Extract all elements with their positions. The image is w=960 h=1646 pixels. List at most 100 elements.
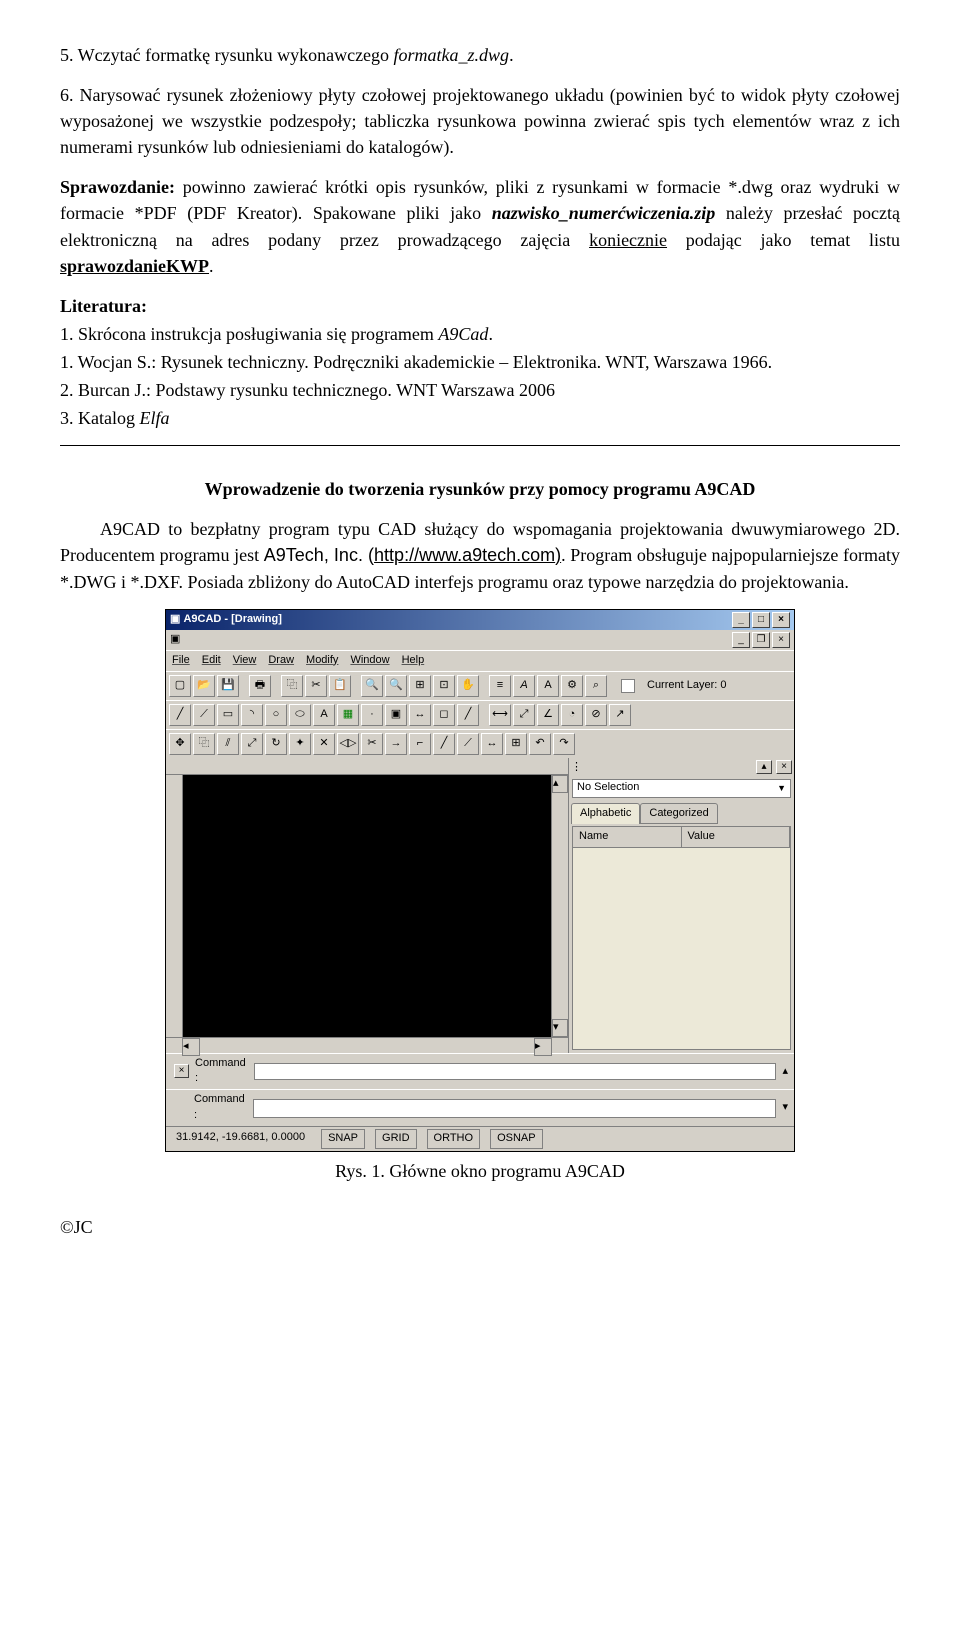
dimang-icon[interactable]: ∠ — [537, 704, 559, 726]
polyline-icon[interactable]: ⟋ — [193, 704, 215, 726]
point-icon[interactable]: · — [361, 704, 383, 726]
copy-icon[interactable]: ⿻ — [281, 675, 303, 697]
scrollbar-vertical[interactable]: ▴ ▾ — [551, 775, 568, 1037]
statusbar: 31.9142, -19.6681, 0.0000 SNAP GRID ORTH… — [166, 1126, 794, 1151]
cmd-close-icon[interactable]: × — [174, 1064, 189, 1078]
command-row-1: × Command : ▴ — [166, 1053, 794, 1090]
array-icon[interactable]: ⊞ — [505, 733, 527, 755]
dim-icon[interactable]: ↔ — [409, 704, 431, 726]
dimalgn-icon[interactable]: ⤢ — [513, 704, 535, 726]
list-item-6: 6. Narysować rysunek złożeniowy płyty cz… — [60, 82, 900, 160]
explode-icon[interactable]: ✦ — [289, 733, 311, 755]
break-icon[interactable]: ╱ — [433, 733, 455, 755]
redo-icon[interactable]: ↷ — [553, 733, 575, 755]
new-icon[interactable]: ▢ — [169, 675, 191, 697]
scrollbar-horizontal[interactable]: ◂ ▸ — [182, 1037, 552, 1053]
line-icon[interactable]: ╱ — [169, 704, 191, 726]
join-icon[interactable]: ⟋ — [457, 733, 479, 755]
menu-modify[interactable]: Modify — [306, 653, 338, 669]
close-button[interactable]: × — [772, 612, 790, 628]
rect-icon[interactable]: ▭ — [217, 704, 239, 726]
drawing-canvas[interactable] — [183, 775, 551, 1037]
command-history[interactable] — [254, 1063, 777, 1080]
zoom-window-icon[interactable]: ⊞ — [409, 675, 431, 697]
scroll-up-icon[interactable]: ▴ — [552, 775, 568, 793]
offset-icon[interactable]: ⫽ — [217, 733, 239, 755]
dim2-icon[interactable]: ╱ — [457, 704, 479, 726]
scroll-down-icon[interactable]: ▾ — [552, 1019, 568, 1037]
chevron-down-icon: ▼ — [777, 782, 786, 795]
menu-file[interactable]: File — [172, 653, 190, 669]
layers-icon[interactable]: ≡ — [489, 675, 511, 697]
dimrad-icon[interactable]: ◔ — [561, 704, 583, 726]
menu-draw[interactable]: Draw — [268, 653, 294, 669]
block-icon[interactable]: ◻ — [433, 704, 455, 726]
ortho-toggle[interactable]: ORTHO — [427, 1129, 481, 1149]
scroll-right-icon[interactable]: ▸ — [534, 1038, 552, 1056]
mirror-icon[interactable]: ◁▷ — [337, 733, 359, 755]
stretch-icon[interactable]: ↔ — [481, 733, 503, 755]
col-value: Value — [682, 827, 791, 847]
selection-dropdown[interactable]: No Selection ▼ — [572, 779, 791, 798]
text2-icon[interactable]: A — [313, 704, 335, 726]
open-icon[interactable]: 📂 — [193, 675, 215, 697]
extend-icon[interactable]: → — [385, 733, 407, 755]
menu-help[interactable]: Help — [402, 653, 425, 669]
grid-toggle[interactable]: GRID — [375, 1129, 417, 1149]
child-restore-button[interactable]: ❐ — [752, 632, 770, 648]
zoom-in-icon[interactable]: 🔍 — [361, 675, 383, 697]
menu-view[interactable]: View — [233, 653, 257, 669]
find-icon[interactable]: ⌕ — [585, 675, 607, 697]
panel-up-icon[interactable]: ▴ — [756, 760, 772, 774]
toolbar-modify: ✥ ⿻ ⫽ ⤢ ↻ ✦ ✕ ◁▷ ✂ → ⌐ ╱ ⟋ ↔ ⊞ ↶ ↷ — [166, 729, 794, 758]
scroll-down2-icon[interactable]: ▾ — [782, 1100, 788, 1116]
save-icon[interactable]: 💾 — [217, 675, 239, 697]
maximize-button[interactable]: □ — [752, 612, 770, 628]
lit-1: 1. Skrócona instrukcja posługiwania się … — [60, 321, 900, 347]
snap-toggle[interactable]: SNAP — [321, 1129, 365, 1149]
circle-icon[interactable]: ○ — [265, 704, 287, 726]
child-minimize-button[interactable]: _ — [732, 632, 750, 648]
scroll-left-icon[interactable]: ◂ — [182, 1038, 200, 1056]
ellipse-icon[interactable]: ⬭ — [289, 704, 311, 726]
rotate-icon[interactable]: ↻ — [265, 733, 287, 755]
zoom-out-icon[interactable]: 🔍 — [385, 675, 407, 697]
titlebar: ▣ A9CAD - [Drawing] _ □ × — [166, 610, 794, 630]
copy2-icon[interactable]: ⿻ — [193, 733, 215, 755]
scale-icon[interactable]: ⤢ — [241, 733, 263, 755]
divider — [60, 445, 900, 446]
col-name: Name — [573, 827, 682, 847]
scroll-up2-icon[interactable]: ▴ — [782, 1064, 788, 1080]
dimdia-icon[interactable]: ⊘ — [585, 704, 607, 726]
fillet-icon[interactable]: ⌐ — [409, 733, 431, 755]
leader-icon[interactable]: ↗ — [609, 704, 631, 726]
layer-swatch[interactable] — [621, 679, 635, 693]
arc-icon[interactable]: ◝ — [241, 704, 263, 726]
trim-icon[interactable]: ✂ — [361, 733, 383, 755]
text-style-icon[interactable]: A — [513, 675, 535, 697]
tab-categorized[interactable]: Categorized — [640, 803, 717, 825]
erase-icon[interactable]: ✕ — [313, 733, 335, 755]
zoom-extents-icon[interactable]: ⊡ — [433, 675, 455, 697]
menu-edit[interactable]: Edit — [202, 653, 221, 669]
hatch-icon[interactable]: ▦ — [337, 704, 359, 726]
child-close-button[interactable]: × — [772, 632, 790, 648]
panel-grip-icon[interactable]: ⋮ — [571, 760, 587, 774]
command-input[interactable] — [253, 1099, 777, 1118]
osnap-toggle[interactable]: OSNAP — [490, 1129, 543, 1149]
panel-close-icon[interactable]: × — [776, 760, 792, 774]
pan-icon[interactable]: ✋ — [457, 675, 479, 697]
cut-icon[interactable]: ✂ — [305, 675, 327, 697]
print-icon[interactable]: 🖶 — [249, 675, 271, 697]
paste-icon[interactable]: 📋 — [329, 675, 351, 697]
image-icon[interactable]: ▣ — [385, 704, 407, 726]
text-icon[interactable]: A — [537, 675, 559, 697]
dimlin-icon[interactable]: ⟷ — [489, 704, 511, 726]
tab-alphabetic[interactable]: Alphabetic — [571, 803, 640, 825]
menu-window[interactable]: Window — [350, 653, 389, 669]
settings-icon[interactable]: ⚙ — [561, 675, 583, 697]
toolbar-main: ▢ 📂 💾 🖶 ⿻ ✂ 📋 🔍 🔍 ⊞ ⊡ ✋ ≡ A A ⚙ ⌕ Curren… — [166, 671, 794, 700]
undo-icon[interactable]: ↶ — [529, 733, 551, 755]
minimize-button[interactable]: _ — [732, 612, 750, 628]
move-icon[interactable]: ✥ — [169, 733, 191, 755]
